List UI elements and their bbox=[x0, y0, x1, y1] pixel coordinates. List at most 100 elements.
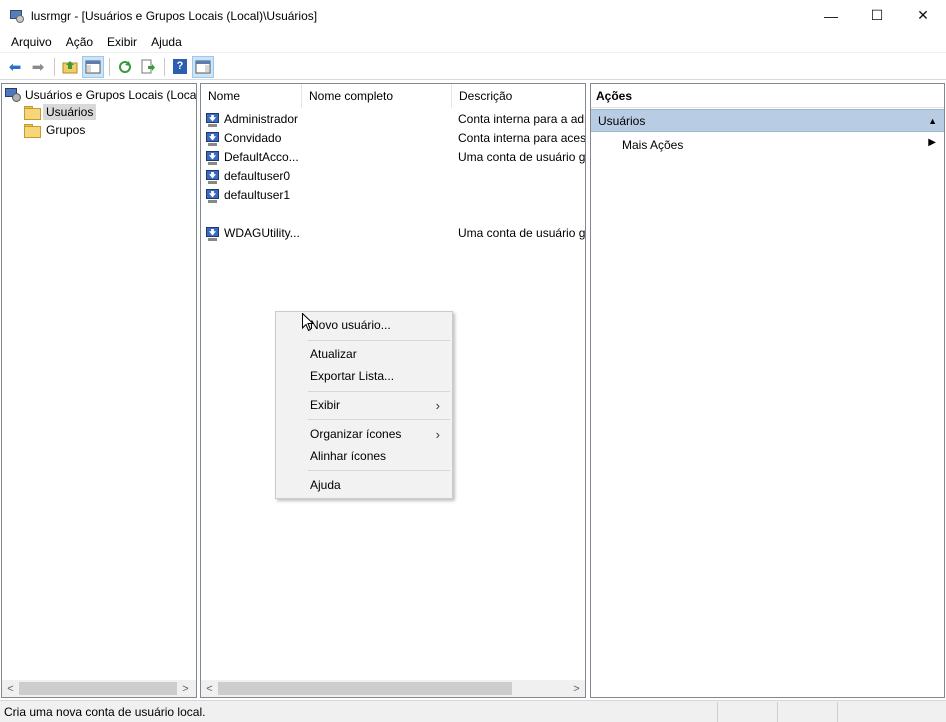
context-item-label: Alinhar ícones bbox=[310, 449, 387, 463]
user-name: Convidado bbox=[224, 131, 282, 145]
context-item-ajuda[interactable]: Ajuda bbox=[278, 474, 450, 496]
menu-ajuda[interactable]: Ajuda bbox=[144, 35, 189, 49]
tree-item-usuarios[interactable]: Usuários bbox=[24, 103, 97, 121]
toolbar-separator bbox=[164, 57, 165, 76]
list-horizontal-scrollbar[interactable]: < > bbox=[201, 680, 585, 697]
scroll-left-icon[interactable]: < bbox=[201, 680, 218, 697]
user-description: Uma conta de usuário g bbox=[458, 226, 585, 240]
actions-header: Ações bbox=[591, 84, 944, 108]
actions-section-usuarios[interactable]: Usuários ▲ bbox=[591, 109, 944, 132]
action-mais-acoes[interactable]: Mais Ações bbox=[622, 136, 683, 154]
user-row-defaultuser1[interactable]: defaultuser1 bbox=[201, 186, 585, 205]
user-description: Uma conta de usuário g bbox=[458, 150, 585, 164]
scroll-thumb[interactable] bbox=[218, 682, 512, 695]
user-row-defaultaccount[interactable]: DefaultAcco... Uma conta de usuário g bbox=[201, 148, 585, 167]
column-header-nome-completo[interactable]: Nome completo bbox=[302, 84, 452, 108]
column-header-descricao[interactable]: Descrição bbox=[452, 84, 585, 108]
up-folder-icon bbox=[62, 60, 78, 73]
folder-icon bbox=[24, 106, 41, 120]
user-name: defaultuser0 bbox=[224, 169, 291, 183]
mouse-pointer-icon bbox=[302, 313, 314, 332]
show-hide-tree-button[interactable] bbox=[82, 55, 104, 78]
scroll-right-icon[interactable]: > bbox=[177, 680, 194, 697]
lusrmgr-app-icon[interactable] bbox=[9, 8, 25, 24]
status-cell bbox=[778, 701, 838, 722]
user-name: defaultuser1 bbox=[224, 188, 291, 202]
scroll-right-icon[interactable]: > bbox=[568, 680, 585, 697]
context-item-exibir[interactable]: Exibir › bbox=[278, 394, 450, 416]
up-one-level-button[interactable] bbox=[59, 56, 81, 78]
context-separator bbox=[308, 419, 450, 420]
user-description: Conta interna para acess bbox=[458, 131, 585, 145]
close-button[interactable]: ✕ bbox=[900, 0, 946, 31]
user-full-name bbox=[308, 224, 452, 243]
user-full-name bbox=[308, 148, 452, 167]
tree-item-grupos[interactable]: Grupos bbox=[24, 121, 88, 139]
refresh-button[interactable] bbox=[114, 56, 136, 78]
submenu-chevron-icon: › bbox=[435, 397, 440, 413]
menu-arquivo[interactable]: Arquivo bbox=[4, 35, 59, 49]
scroll-thumb[interactable] bbox=[19, 682, 177, 695]
user-icon bbox=[206, 131, 222, 147]
console-tree-pane[interactable]: Usuários e Grupos Locais (Local) Usuário… bbox=[1, 83, 197, 698]
tree-horizontal-scrollbar[interactable]: < > bbox=[2, 680, 196, 697]
context-item-atualizar[interactable]: Atualizar bbox=[278, 343, 450, 365]
context-item-label: Organizar ícones bbox=[310, 427, 402, 441]
scroll-left-icon[interactable]: < bbox=[2, 680, 19, 697]
action-link-label: Mais Ações bbox=[622, 138, 684, 152]
user-icon bbox=[206, 169, 222, 185]
actions-section-label: Usuários bbox=[598, 113, 646, 128]
column-header-label: Nome bbox=[208, 89, 241, 103]
user-description bbox=[458, 167, 585, 186]
help-button[interactable]: ? bbox=[169, 56, 191, 78]
user-name: WDAGUtility... bbox=[224, 226, 300, 240]
status-text: Cria uma nova conta de usuário local. bbox=[0, 701, 718, 722]
user-row-convidado[interactable]: Convidado Conta interna para acess bbox=[201, 129, 585, 148]
context-separator bbox=[308, 391, 450, 392]
menu-exibir[interactable]: Exibir bbox=[100, 35, 144, 49]
maximize-button[interactable]: ☐ bbox=[854, 0, 900, 31]
user-icon bbox=[206, 112, 222, 128]
menu-acao[interactable]: Ação bbox=[59, 35, 100, 49]
user-full-name bbox=[308, 167, 452, 186]
export-list-icon bbox=[141, 59, 155, 73]
folder-icon bbox=[24, 124, 41, 138]
show-hide-action-pane-button[interactable] bbox=[192, 55, 214, 78]
minimize-button[interactable]: — bbox=[808, 0, 854, 31]
minimize-icon: — bbox=[824, 7, 838, 24]
column-header-label: Descrição bbox=[459, 89, 513, 103]
menu-bar: Arquivo Ação Exibir Ajuda bbox=[0, 31, 946, 53]
user-icon bbox=[206, 150, 222, 166]
context-item-label: Atualizar bbox=[310, 347, 357, 361]
context-menu: Novo usuário... Atualizar Exportar Lista… bbox=[275, 311, 453, 499]
tree-item-label: Grupos bbox=[46, 123, 86, 137]
context-item-label: Exibir bbox=[310, 398, 341, 412]
tree-item-label: Usuários bbox=[43, 104, 97, 120]
column-header-nome[interactable]: Nome bbox=[201, 84, 302, 108]
toolbar: ⬅ ➡ ? bbox=[0, 54, 946, 80]
collapse-up-icon[interactable]: ▲ bbox=[928, 116, 937, 126]
user-full-name bbox=[308, 129, 452, 148]
user-row-defaultuser0[interactable]: defaultuser0 bbox=[201, 167, 585, 186]
close-icon: ✕ bbox=[917, 7, 929, 23]
show-hide-action-pane-icon bbox=[195, 60, 211, 73]
user-row-administrador[interactable]: Administrador Conta interna para a adr bbox=[201, 110, 585, 129]
forward-button[interactable]: ➡ bbox=[27, 56, 49, 78]
back-button[interactable]: ⬅ bbox=[4, 56, 26, 78]
title-bar: lusrmgr - [Usuários e Grupos Locais (Loc… bbox=[0, 0, 946, 31]
context-item-alinhar-icones[interactable]: Alinhar ícones bbox=[278, 445, 450, 467]
context-item-label: Novo usuário... bbox=[310, 318, 391, 332]
context-item-exportar-lista[interactable]: Exportar Lista... bbox=[278, 365, 450, 387]
user-row-wdagutilityaccount[interactable]: WDAGUtility... Uma conta de usuário g bbox=[201, 224, 585, 243]
user-full-name bbox=[308, 110, 452, 129]
export-list-button[interactable] bbox=[137, 56, 159, 78]
tree-root-label: Usuários e Grupos Locais (Local) bbox=[25, 88, 197, 102]
maximize-icon: ☐ bbox=[870, 7, 884, 23]
user-icon bbox=[206, 188, 222, 204]
context-item-organizar-icones[interactable]: Organizar ícones › bbox=[278, 423, 450, 445]
submenu-arrow-icon[interactable]: ▶ bbox=[928, 137, 936, 148]
status-cell bbox=[718, 701, 778, 722]
context-separator bbox=[308, 340, 450, 341]
tree-root[interactable]: Usuários e Grupos Locais (Local) bbox=[5, 86, 197, 104]
context-item-label: Ajuda bbox=[310, 478, 341, 492]
